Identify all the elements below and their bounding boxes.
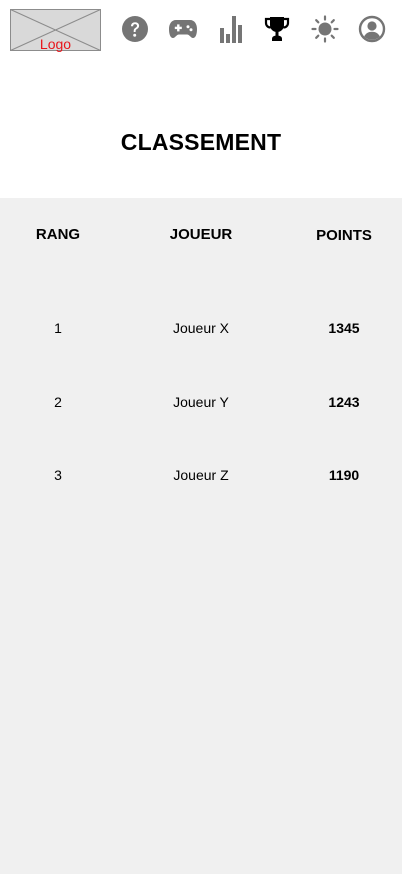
leaderboard-panel: RANG JOUEUR POINTS 1 Joueur X 1345 2 Jou… [0,198,402,874]
rank-cell: 1 [54,320,62,336]
page-title: CLASSEMENT [120,129,282,155]
points-cell: 1243 [328,394,360,410]
rank-cell: 2 [54,394,62,410]
account-circle-icon[interactable] [357,14,387,44]
bar-chart-icon[interactable] [216,14,246,44]
column-header-points: POINTS [316,227,372,244]
gamepad-icon[interactable] [168,14,198,44]
points-cell: 1345 [328,320,360,336]
player-cell: Joueur Y [173,394,229,410]
rank-cell: 3 [54,467,62,483]
help-icon[interactable] [120,14,150,44]
column-header-player: JOUEUR [169,226,233,243]
top-nav-bar: Logo [0,0,402,64]
player-cell: Joueur X [172,320,230,336]
column-header-rank: RANG [35,226,81,243]
logo[interactable]: Logo [10,9,101,52]
trophy-icon[interactable] [262,14,292,44]
player-cell: Joueur Z [173,467,229,483]
points-cell: 1190 [328,467,360,483]
logo-label: Logo [39,36,72,52]
brightness-icon[interactable] [310,14,340,44]
